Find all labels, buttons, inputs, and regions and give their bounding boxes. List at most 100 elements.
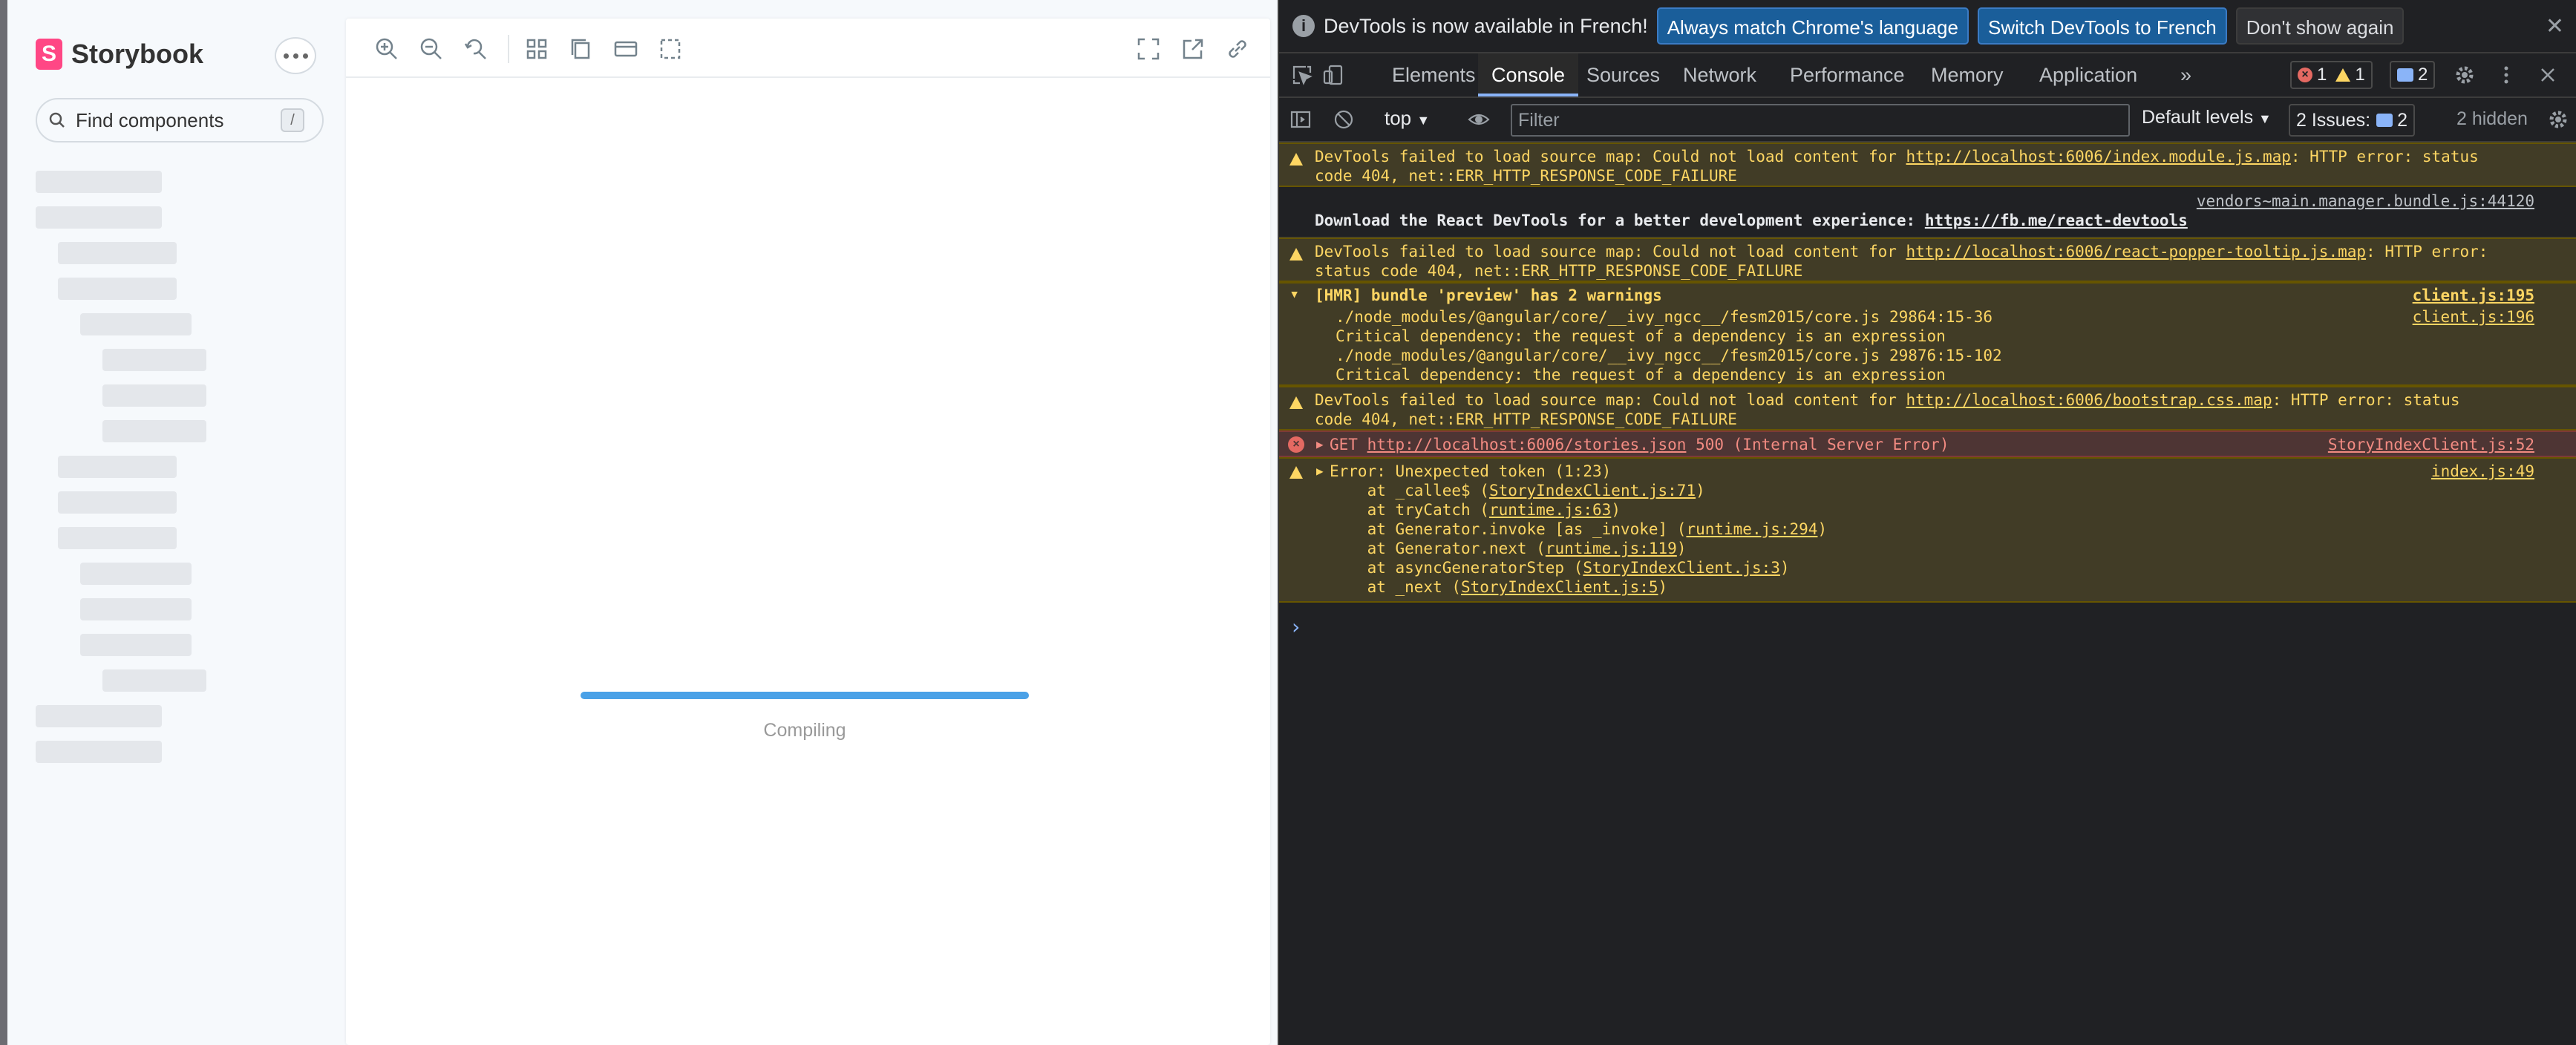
message-part: Download the React DevTools for a better… <box>1315 212 1925 229</box>
storybook-brand: Storybook <box>71 39 204 69</box>
issues-count: 2 <box>2397 109 2407 131</box>
background-icon[interactable] <box>569 36 594 62</box>
dropdown-arrow-icon: ▼ <box>2258 111 2272 126</box>
frame-link[interactable]: StoryIndexClient.js:71 <box>1489 482 1696 499</box>
message-part: DevTools failed to load source map: Coul… <box>1315 243 1906 261</box>
kebab-menu-icon[interactable] <box>2495 64 2517 86</box>
zoom-in-icon[interactable] <box>374 36 399 62</box>
frame-link[interactable]: StoryIndexClient.js:5 <box>1461 578 1658 596</box>
stack-frame: at _callee$ (StoryIndexClient.js:71) <box>1330 481 1705 500</box>
error-warning-counter[interactable]: × 1 1 <box>2290 61 2373 89</box>
skeleton-item <box>36 741 162 763</box>
console-group-header[interactable]: ▾ [HMR] bundle 'preview' has 2 warnings … <box>1279 282 2576 306</box>
frame-link[interactable]: StoryIndexClient.js:3 <box>1583 559 1780 577</box>
message-text: DevTools failed to load source map: Coul… <box>1315 147 2479 166</box>
message-text: Download the React DevTools for a better… <box>1315 211 2188 230</box>
message-text: status code 404, net::ERR_HTTP_RESPONSE_… <box>1315 262 1803 280</box>
source-location-link[interactable]: StoryIndexClient.js:52 <box>2328 435 2534 454</box>
error-count: 1 <box>2317 65 2327 85</box>
console-prompt[interactable]: › <box>1289 615 1302 639</box>
compiling-label: Compiling <box>763 720 846 741</box>
tab-console[interactable]: Console <box>1478 53 1579 96</box>
group-title: [HMR] bundle 'preview' has 2 warnings <box>1315 286 1662 304</box>
ellipsis-dot <box>292 53 298 59</box>
sidebar-toggle-icon[interactable] <box>1289 108 1312 131</box>
messages-counter[interactable]: 2 <box>2390 61 2436 89</box>
tab-performance[interactable]: Performance <box>1776 53 1918 96</box>
skeleton-item <box>102 669 206 692</box>
infobar-message: DevTools is now available in French! <box>1324 14 1648 37</box>
frame-text: ) <box>1676 540 1687 557</box>
frame-text: ) <box>1779 559 1790 577</box>
frame-text: ) <box>1817 520 1828 538</box>
issues-label: 2 Issues: <box>2296 109 2371 131</box>
skeleton-item <box>102 420 206 442</box>
expand-caret-icon[interactable]: ▶ <box>1316 462 1324 481</box>
match-language-button[interactable]: Always match Chrome's language <box>1656 7 1969 45</box>
search-box[interactable]: / <box>36 98 324 142</box>
context-selector[interactable]: top ▼ <box>1385 107 1430 130</box>
close-icon[interactable]: ✕ <box>2546 13 2564 39</box>
dismiss-infobar-button[interactable]: Don't show again <box>2235 7 2405 45</box>
grid-icon[interactable] <box>524 36 549 62</box>
source-map-link[interactable]: http://localhost:6006/react-popper-toolt… <box>1906 243 2367 261</box>
clear-console-icon[interactable] <box>1333 108 1355 131</box>
warning-icon <box>1289 396 1303 409</box>
copy-link-icon[interactable] <box>1225 36 1250 62</box>
zoom-reset-icon[interactable] <box>463 36 488 62</box>
source-location-link[interactable]: client.js:195 <box>2413 286 2534 305</box>
message-text: DevTools failed to load source map: Coul… <box>1315 242 2488 261</box>
console-settings-icon[interactable] <box>2547 108 2569 131</box>
message-text: DevTools failed to load source map: Coul… <box>1315 390 2459 410</box>
react-devtools-link[interactable]: https://fb.me/react-devtools <box>1925 212 2188 229</box>
collapse-caret-icon[interactable]: ▾ <box>1289 285 1299 304</box>
frame-text: at _callee$ ( <box>1330 482 1489 499</box>
tab-sources[interactable]: Sources <box>1573 53 1673 96</box>
request-url-link[interactable]: http://localhost:6006/stories.json <box>1367 436 1687 453</box>
search-shortcut-key: / <box>281 108 304 132</box>
ellipsis-icon <box>283 53 289 59</box>
language-infobar: i DevTools is now available in French! A… <box>1279 0 2576 53</box>
device-toolbar-icon[interactable] <box>1322 64 1344 86</box>
frame-link[interactable]: runtime.js:294 <box>1686 520 1817 538</box>
more-tabs-button[interactable]: » <box>2167 53 2205 96</box>
expand-caret-icon[interactable]: ▶ <box>1316 435 1324 454</box>
tab-application[interactable]: Application <box>2026 53 2151 96</box>
inspect-element-icon[interactable] <box>1291 64 1313 86</box>
source-map-link[interactable]: http://localhost:6006/bootstrap.css.map <box>1906 391 2272 409</box>
source-location-link[interactable]: index.js:49 <box>2431 462 2534 481</box>
skeleton-item <box>80 563 192 585</box>
more-menu-button[interactable] <box>275 37 316 74</box>
log-levels-dropdown[interactable]: Default levels ▼ <box>2142 107 2272 128</box>
info-icon: i <box>1292 15 1315 37</box>
console-message-warning: DevTools failed to load source map: Coul… <box>1279 238 2576 282</box>
skeleton-item <box>58 456 177 478</box>
frame-text: at Generator.invoke [as _invoke] ( <box>1330 520 1687 538</box>
viewport-icon[interactable] <box>613 36 638 62</box>
devtools-tab-bar: Elements Console Sources Network Perform… <box>1279 53 2576 98</box>
issues-button[interactable]: 2 Issues: 2 <box>2289 104 2415 137</box>
issues-icon <box>2376 114 2393 127</box>
filter-input[interactable] <box>1511 104 2130 137</box>
console-message-error: × ▶ GET http://localhost:6006/stories.js… <box>1279 430 2576 457</box>
storybook-logo[interactable]: S Storybook <box>36 39 203 70</box>
open-new-tab-icon[interactable] <box>1180 36 1206 62</box>
settings-gear-icon[interactable] <box>2454 64 2476 86</box>
tab-elements[interactable]: Elements <box>1379 53 1489 96</box>
zoom-out-icon[interactable] <box>419 36 444 62</box>
messages-count: 2 <box>2418 65 2428 85</box>
source-location-link[interactable]: vendors~main.manager.bundle.js:44120 <box>2197 191 2534 211</box>
close-devtools-icon[interactable] <box>2537 64 2559 86</box>
search-input[interactable] <box>76 108 276 132</box>
fullscreen-icon[interactable] <box>1136 36 1161 62</box>
frame-link[interactable]: runtime.js:63 <box>1489 501 1611 519</box>
source-location-link[interactable]: client.js:196 <box>2413 307 2534 327</box>
compile-progress-bar <box>581 692 1029 699</box>
frame-link[interactable]: runtime.js:119 <box>1546 540 1677 557</box>
outline-icon[interactable] <box>658 36 683 62</box>
source-map-link[interactable]: http://localhost:6006/index.module.js.ma… <box>1906 148 2291 166</box>
live-expression-eye-icon[interactable] <box>1468 108 1490 131</box>
tab-network[interactable]: Network <box>1670 53 1770 96</box>
tab-memory[interactable]: Memory <box>1918 53 2017 96</box>
switch-language-button[interactable]: Switch DevTools to French <box>1977 7 2227 45</box>
